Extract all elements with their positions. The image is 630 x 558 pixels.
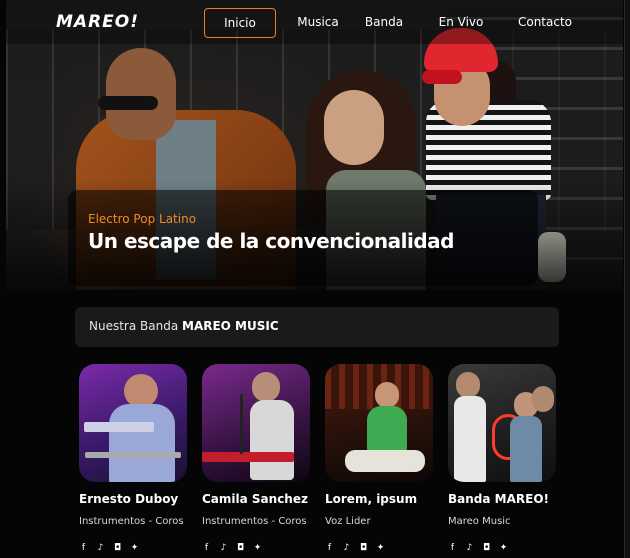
tiktok-icon[interactable]: ♪ xyxy=(219,544,228,553)
tiktok-icon[interactable]: ♪ xyxy=(96,544,105,553)
member-photo xyxy=(448,364,556,482)
facebook-icon[interactable]: f xyxy=(325,544,334,553)
facebook-icon[interactable]: f xyxy=(79,544,88,553)
page: Electro Pop Latino Un escape de la conve… xyxy=(0,0,630,558)
member-role: Mareo Music xyxy=(448,516,511,527)
hero-subtitle: Electro Pop Latino xyxy=(88,212,197,226)
member-name: Ernesto Duboy xyxy=(79,492,179,506)
instagram-icon[interactable]: ◘ xyxy=(482,544,491,553)
member-social-links: f ♪ ◘ ✦ xyxy=(448,544,508,556)
member-role: Instrumentos - Coros xyxy=(202,516,307,527)
member-photo xyxy=(202,364,310,482)
nav-item-banda[interactable]: Banda xyxy=(358,8,410,36)
member-name: Camila Sanchez xyxy=(202,492,308,506)
facebook-icon[interactable]: f xyxy=(448,544,457,553)
hero-person3-red-sunglasses xyxy=(422,70,462,84)
nav-item-musica[interactable]: Musica xyxy=(286,8,350,36)
top-nav: MAREO! Inicio Musica Banda En Vivo Conta… xyxy=(6,0,623,44)
nav-item-contacto[interactable]: Contacto xyxy=(511,8,579,36)
band-header-bar: Nuestra Banda MAREO MUSIC xyxy=(75,307,559,347)
member-name: Banda MAREO! xyxy=(448,492,549,506)
nav-item-en-vivo[interactable]: En Vivo xyxy=(431,8,491,36)
band-header-prefix: Nuestra Banda xyxy=(89,319,179,333)
member-role: Instrumentos - Coros xyxy=(79,516,184,527)
member-photo xyxy=(325,364,433,482)
hero-person2-face xyxy=(324,90,384,165)
hero-person-sunglasses xyxy=(98,96,158,110)
hero-person-head xyxy=(106,48,176,140)
tiktok-icon[interactable]: ♪ xyxy=(342,544,351,553)
twitter-icon[interactable]: ✦ xyxy=(130,544,139,553)
member-social-links: f ♪ ◘ ✦ xyxy=(325,544,385,556)
facebook-icon[interactable]: f xyxy=(202,544,211,553)
instagram-icon[interactable]: ◘ xyxy=(359,544,368,553)
member-name: Lorem, ipsum xyxy=(325,492,418,506)
instagram-icon[interactable]: ◘ xyxy=(236,544,245,553)
member-social-links: f ♪ ◘ ✦ xyxy=(79,544,139,556)
logo[interactable]: MAREO! xyxy=(56,12,139,32)
member-photo xyxy=(79,364,187,482)
hero-title: Un escape de la convencionalidad xyxy=(88,229,454,253)
twitter-icon[interactable]: ✦ xyxy=(376,544,385,553)
band-header-name: MAREO MUSIC xyxy=(182,319,279,333)
band-header-label: Nuestra Banda MAREO MUSIC xyxy=(89,319,279,333)
window-edge xyxy=(624,0,630,558)
member-role: Voz Lider xyxy=(325,516,371,527)
twitter-icon[interactable]: ✦ xyxy=(253,544,262,553)
tiktok-icon[interactable]: ♪ xyxy=(465,544,474,553)
instagram-icon[interactable]: ◘ xyxy=(113,544,122,553)
member-social-links: f ♪ ◘ ✦ xyxy=(202,544,262,556)
twitter-icon[interactable]: ✦ xyxy=(499,544,508,553)
nav-item-inicio[interactable]: Inicio xyxy=(204,8,276,38)
